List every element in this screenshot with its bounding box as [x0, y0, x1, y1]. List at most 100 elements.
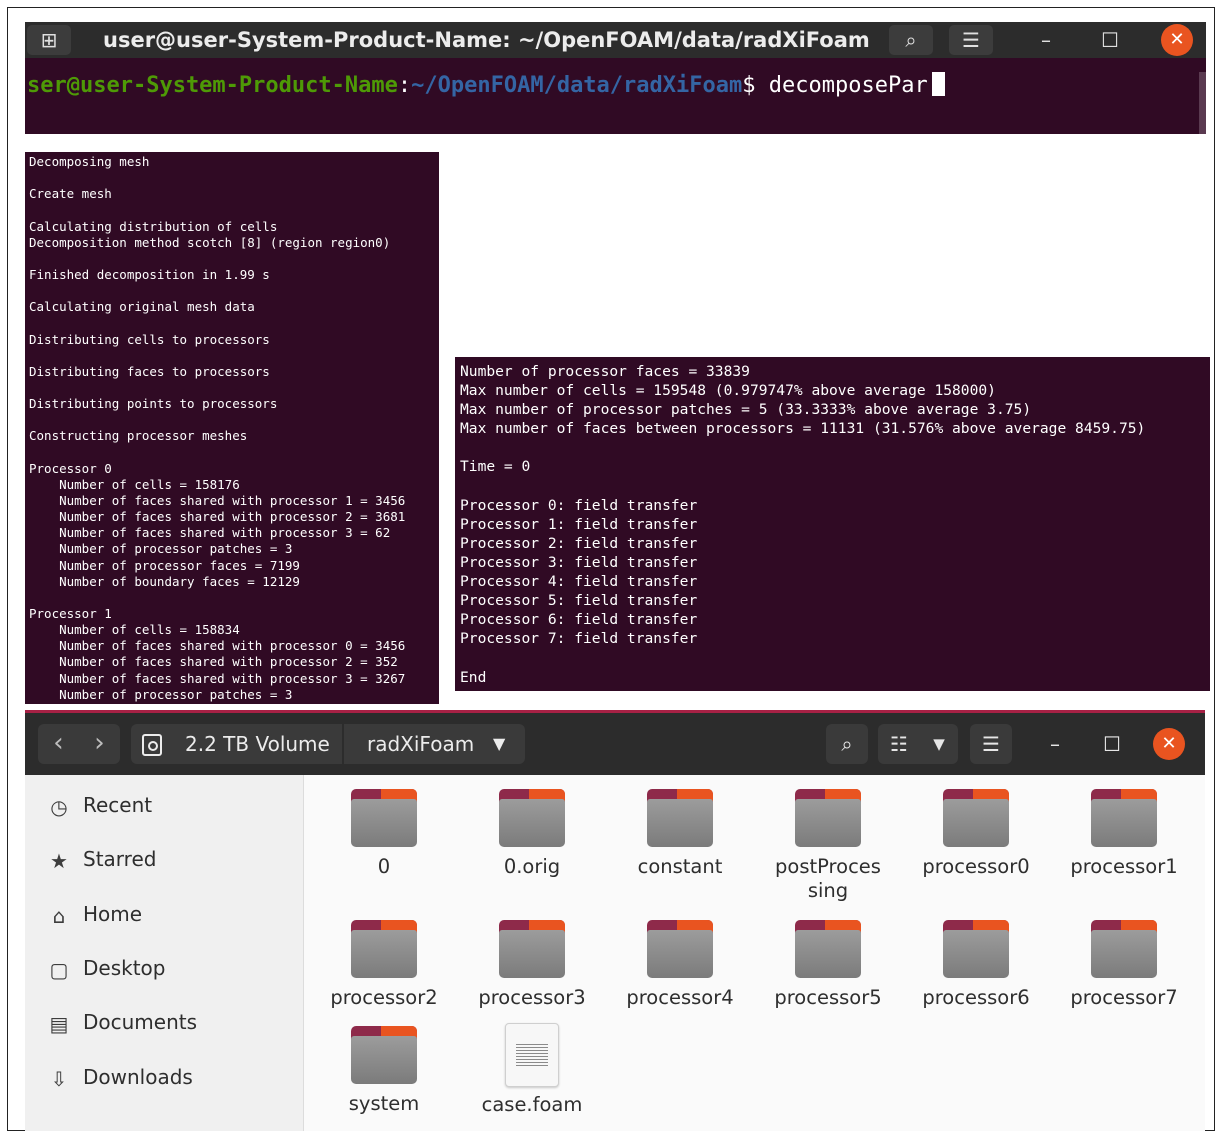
search-icon[interactable]: ⌕	[889, 25, 933, 55]
sidebar: ◷ Recent ★ Starred ⌂ Home ▢ Desktop ▤ Do…	[25, 775, 304, 1131]
folder-icon	[943, 920, 1009, 978]
file-name: processor7	[1070, 986, 1178, 1009]
home-icon: ⌂	[52, 904, 66, 928]
terminal-titlebar[interactable]: ⊞ user@user-System-Product-Name: ~/OpenF…	[25, 22, 1206, 58]
sidebar-item-label: Starred	[83, 847, 157, 871]
view-options-chevron-icon[interactable]: ▼	[920, 724, 958, 764]
file-name: processor0	[922, 855, 1030, 878]
folder-item-processor5[interactable]: processor5	[758, 920, 898, 1010]
search-icon[interactable]: ⌕	[826, 724, 868, 764]
terminal-window[interactable]: ⊞ user@user-System-Product-Name: ~/OpenF…	[25, 22, 1206, 134]
log-line: Calculating original mesh data	[29, 299, 255, 315]
close-icon[interactable]: ✕	[1153, 728, 1185, 760]
folder-item-processor0[interactable]: processor0	[906, 789, 1046, 879]
command-text: decomposePar	[768, 73, 928, 98]
log-line: Number of cells = 158176	[29, 476, 240, 492]
folder-icon	[351, 920, 417, 978]
back-button[interactable]: ‹	[38, 724, 79, 764]
file-name: 0.orig	[503, 855, 561, 878]
log-line: Number of faces shared with processor 2 …	[29, 654, 398, 670]
log-line: Max number of processor patches = 5 (33.…	[460, 401, 1032, 419]
folder-item-processor1[interactable]: processor1	[1054, 789, 1194, 879]
log-line: Number of boundary faces = 12129	[29, 573, 300, 589]
star-icon: ★	[50, 849, 68, 873]
log-line: Decomposing mesh	[29, 154, 150, 169]
maximize-icon[interactable]: ☐	[1095, 25, 1125, 55]
folder-icon	[647, 920, 713, 978]
log-line: Processor 0	[29, 460, 112, 476]
log-line: Distributing points to processors	[29, 396, 278, 412]
prompt-user: ser@user-System-Product-Name	[27, 73, 398, 98]
hamburger-menu-icon[interactable]: ☰	[949, 25, 993, 55]
maximize-icon[interactable]: ☐	[1097, 724, 1127, 764]
folder-item-processor3[interactable]: processor3	[462, 920, 602, 1010]
minimize-icon[interactable]: –	[1031, 25, 1061, 55]
file-name: constant	[637, 855, 723, 878]
path-volume-button[interactable]: 2.2 TB Volume	[131, 724, 341, 764]
folder-item-0-orig[interactable]: 0.orig	[462, 789, 602, 879]
folder-item-processor6[interactable]: processor6	[906, 920, 1046, 1010]
close-icon[interactable]: ✕	[1161, 24, 1193, 56]
hamburger-menu-icon[interactable]: ☰	[970, 724, 1012, 764]
file-name: postProces sing	[758, 855, 898, 903]
sidebar-item-label: Desktop	[83, 956, 166, 980]
file-manager-headerbar[interactable]: ‹ › 2.2 TB Volume radXiFoam ▼ ⌕ ☷ ▼ ☰ – …	[25, 713, 1205, 775]
sidebar-item-recent[interactable]: ◷ Recent	[25, 785, 303, 829]
log-line: Number of processor faces = 33839	[460, 363, 750, 380]
new-tab-icon[interactable]: ⊞	[27, 25, 71, 55]
sidebar-item-home[interactable]: ⌂ Home	[25, 894, 303, 938]
log-line: Time = 0	[460, 458, 531, 476]
log-line: Processor 0: field transfer	[460, 496, 698, 514]
file-name: processor4	[626, 986, 734, 1009]
folder-icon	[499, 789, 565, 847]
folder-item-constant[interactable]: constant	[610, 789, 750, 879]
sidebar-item-desktop[interactable]: ▢ Desktop	[25, 948, 303, 992]
file-item-case-foam[interactable]: case.foam	[462, 1023, 602, 1117]
file-name-line1: postProces	[775, 855, 881, 878]
path-current-folder[interactable]: radXiFoam	[367, 724, 474, 764]
log-line: Number of cells = 158834	[29, 622, 240, 638]
folder-item-processor2[interactable]: processor2	[314, 920, 454, 1010]
sidebar-item-label: Recent	[83, 793, 153, 817]
drive-icon	[142, 734, 162, 756]
folder-icon	[943, 789, 1009, 847]
sidebar-item-documents[interactable]: ▤ Documents	[25, 1002, 303, 1046]
folder-item-processor4[interactable]: processor4	[610, 920, 750, 1010]
folder-item-postprocessing[interactable]: postProces sing	[758, 789, 898, 903]
sidebar-item-downloads[interactable]: ⇩ Downloads	[25, 1057, 303, 1101]
chevron-down-icon[interactable]: ▼	[493, 724, 505, 764]
log-line: Number of faces shared with processor 3 …	[29, 525, 391, 541]
file-name: processor2	[330, 986, 438, 1009]
prompt-dollar: $	[742, 73, 769, 98]
sidebar-item-starred[interactable]: ★ Starred	[25, 839, 303, 883]
navigation-buttons: ‹ ›	[38, 724, 120, 764]
log-line: Processor 7: field transfer	[460, 630, 698, 648]
log-line: Processor 4: field transfer	[460, 573, 698, 591]
file-name-line2: sing	[807, 879, 849, 902]
folder-item-system[interactable]: system	[314, 1026, 454, 1116]
terminal-scrollbar[interactable]	[1199, 72, 1206, 134]
sidebar-item-label: Downloads	[83, 1065, 193, 1089]
terminal-prompt-line[interactable]: ser@user-System-Product-Name:~/OpenFOAM/…	[27, 72, 945, 98]
log-line: Finished decomposition in 1.99 s	[29, 266, 270, 282]
prompt-colon: :	[397, 73, 412, 98]
log-line: Decomposition method scotch [8] (region …	[29, 234, 391, 250]
minimize-icon[interactable]: –	[1040, 724, 1070, 764]
list-view-icon[interactable]: ☷	[878, 724, 920, 764]
folder-icon	[351, 789, 417, 847]
forward-button[interactable]: ›	[79, 724, 120, 764]
folder-item-processor7[interactable]: processor7	[1054, 920, 1194, 1010]
folder-item-0[interactable]: 0	[314, 789, 454, 879]
file-manager-window[interactable]: ‹ › 2.2 TB Volume radXiFoam ▼ ⌕ ☷ ▼ ☰ – …	[25, 710, 1205, 1131]
folder-icon	[1091, 789, 1157, 847]
folder-icon	[647, 789, 713, 847]
